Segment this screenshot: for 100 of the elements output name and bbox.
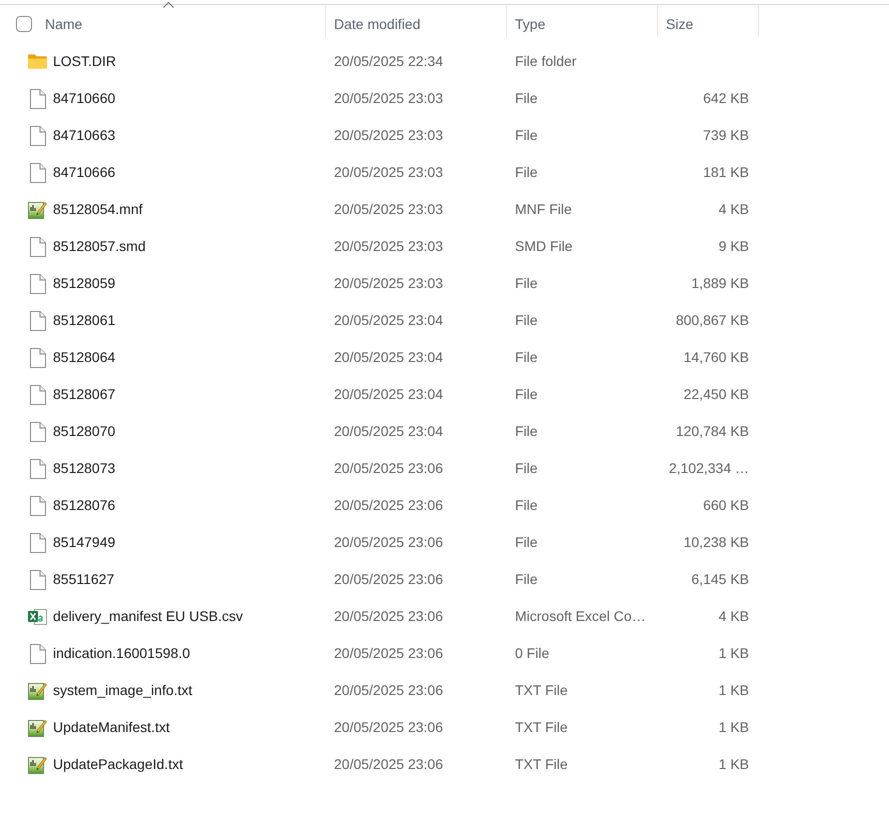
file-type: SMD File <box>515 237 573 256</box>
file-size: 6,145 KB <box>691 570 749 589</box>
file-name[interactable]: 84710663 <box>53 125 116 146</box>
date-modified: 20/05/2025 23:03 <box>334 237 443 256</box>
file-size: 642 KB <box>703 89 749 108</box>
file-type: TXT File <box>515 681 568 700</box>
date-modified: 20/05/2025 23:04 <box>334 348 443 367</box>
file-name[interactable]: 85128076 <box>53 495 116 516</box>
date-modified: 20/05/2025 23:06 <box>334 496 443 515</box>
file-size: 1 KB <box>718 681 749 700</box>
date-modified: 20/05/2025 23:03 <box>334 200 443 219</box>
file-name[interactable]: 84710660 <box>53 88 116 109</box>
file-name[interactable]: 85128070 <box>53 421 116 442</box>
column-header[interactable]: Size <box>666 14 694 34</box>
file-size: 22,450 KB <box>684 385 749 404</box>
file-icon <box>30 458 46 478</box>
pencil-document-icon <box>28 200 47 219</box>
column-header[interactable]: Date modified <box>334 14 420 34</box>
file-name[interactable]: 85128067 <box>53 384 116 405</box>
file-size: 10,238 KB <box>684 533 749 552</box>
date-modified: 20/05/2025 23:06 <box>334 681 443 700</box>
column-header[interactable]: Name <box>45 14 82 34</box>
file-size: 660 KB <box>703 496 749 515</box>
file-type: File <box>515 570 538 589</box>
file-name[interactable]: 85511627 <box>53 569 114 590</box>
date-modified: 20/05/2025 23:04 <box>334 311 443 330</box>
file-name[interactable]: 85128073 <box>53 458 116 479</box>
file-name[interactable]: 85128064 <box>53 347 116 368</box>
file-name[interactable]: 84710666 <box>53 162 116 183</box>
date-modified: 20/05/2025 23:06 <box>334 533 443 552</box>
file-type: File <box>515 311 538 330</box>
date-modified: 20/05/2025 23:06 <box>334 459 443 478</box>
file-icon <box>30 348 46 368</box>
file-name[interactable]: system_image_info.txt <box>53 680 192 701</box>
file-size: 739 KB <box>703 126 749 145</box>
file-icon <box>30 384 46 404</box>
pencil-document-icon <box>28 755 47 774</box>
file-icon <box>30 532 46 552</box>
file-type: File <box>515 422 538 441</box>
date-modified: 20/05/2025 23:03 <box>334 274 443 293</box>
date-modified: 20/05/2025 23:03 <box>334 163 443 182</box>
date-modified: 20/05/2025 22:34 <box>334 52 443 71</box>
file-icon <box>30 422 46 442</box>
file-size: 14,760 KB <box>684 348 749 367</box>
file-size: 120,784 KB <box>676 422 749 441</box>
date-modified: 20/05/2025 23:03 <box>334 89 443 108</box>
date-modified: 20/05/2025 23:04 <box>334 422 443 441</box>
file-type: File <box>515 89 538 108</box>
date-modified: 20/05/2025 23:06 <box>334 607 443 626</box>
file-type: File <box>515 163 538 182</box>
spreadsheet-icon <box>28 608 47 626</box>
file-name[interactable]: 85128061 <box>53 310 116 331</box>
file-name[interactable]: 85128054.mnf <box>53 199 143 220</box>
file-size: 800,867 KB <box>676 311 749 330</box>
file-type: MNF File <box>515 200 572 219</box>
file-icon <box>30 236 46 256</box>
file-name[interactable]: UpdatePackageId.txt <box>53 754 183 775</box>
date-modified: 20/05/2025 23:06 <box>334 570 443 589</box>
file-name[interactable]: LOST.DIR <box>53 51 116 72</box>
file-type: File <box>515 126 538 145</box>
file-type: TXT File <box>515 718 568 737</box>
pencil-document-icon <box>28 718 47 737</box>
file-size: 1 KB <box>718 718 749 737</box>
file-size: 1 KB <box>718 644 749 663</box>
folder-icon <box>28 54 47 69</box>
file-name[interactable]: 85147949 <box>53 532 116 553</box>
file-type: File <box>515 274 538 293</box>
file-name[interactable]: 85128059 <box>53 273 116 294</box>
file-type: File <box>515 496 538 515</box>
file-type: File <box>515 459 538 478</box>
file-size: 181 KB <box>703 163 749 182</box>
file-type: Microsoft Excel Co… <box>515 607 646 626</box>
file-icon <box>30 274 46 294</box>
select-all-checkbox[interactable] <box>16 16 32 32</box>
pencil-document-icon <box>28 681 47 700</box>
file-type: 0 File <box>515 644 550 663</box>
file-name[interactable]: UpdateManifest.txt <box>53 717 170 738</box>
file-type: File <box>515 385 538 404</box>
file-size: 9 KB <box>718 237 749 256</box>
file-icon <box>30 126 46 146</box>
file-size: 1,889 KB <box>691 274 749 293</box>
file-icon <box>30 570 46 590</box>
file-type: TXT File <box>515 755 568 774</box>
file-size: 2,102,334 … <box>668 459 749 478</box>
column-header[interactable]: Type <box>515 14 546 34</box>
date-modified: 20/05/2025 23:06 <box>334 718 443 737</box>
file-icon <box>30 310 46 330</box>
date-modified: 20/05/2025 23:04 <box>334 385 443 404</box>
file-icon <box>30 496 46 516</box>
file-name[interactable]: indication.16001598.0 <box>53 643 190 664</box>
date-modified: 20/05/2025 23:06 <box>334 755 443 774</box>
file-size: 4 KB <box>718 200 749 219</box>
file-name[interactable]: delivery_manifest EU USB.csv <box>53 606 243 627</box>
file-size: 1 KB <box>718 755 749 774</box>
file-type: File <box>515 348 538 367</box>
file-type: File <box>515 533 538 552</box>
file-name[interactable]: 85128057.smd <box>53 236 146 257</box>
date-modified: 20/05/2025 23:03 <box>334 126 443 145</box>
file-size: 4 KB <box>718 607 749 626</box>
file-icon <box>30 88 46 108</box>
